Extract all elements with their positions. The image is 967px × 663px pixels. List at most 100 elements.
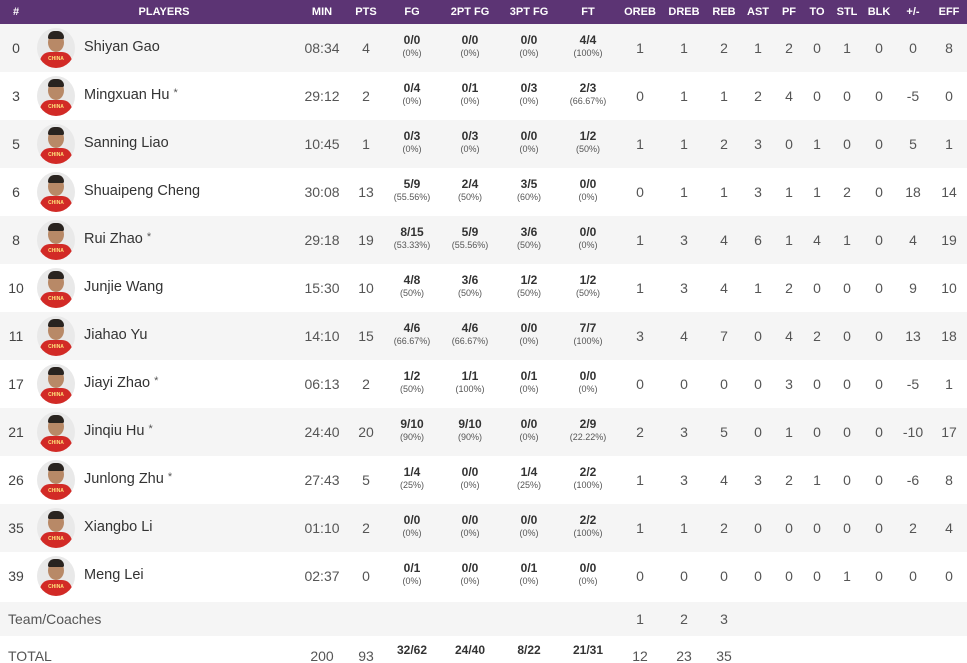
player-name-text[interactable]: Xiangbo Li <box>84 519 153 535</box>
reb-value: 5 <box>720 424 728 440</box>
player-name[interactable]: Junlong Zhu * <box>84 471 172 487</box>
2pt-fg-percentage: (50%) <box>457 288 483 298</box>
player-name-text[interactable]: Jiayi Zhao <box>84 375 150 391</box>
eff-value: 1 <box>945 376 953 392</box>
player-row: 3 CHINA Mingxuan Hu * 29:12 2 0/4 (0%) 0/1 (0%) 0/… <box>0 72 967 120</box>
starter-marker: * <box>148 423 153 435</box>
player-name[interactable]: Mingxuan Hu * <box>84 87 178 103</box>
player-name-text[interactable]: Jiahao Yu <box>84 327 147 343</box>
player-name-text[interactable]: Jinqiu Hu <box>84 423 144 439</box>
plus-minus-value: 13 <box>905 328 921 344</box>
player-name[interactable]: Shiyan Gao <box>84 39 160 55</box>
player-name-text[interactable]: Junlong Zhu <box>84 471 164 487</box>
column-header-num[interactable]: # <box>13 6 19 18</box>
player-name-text[interactable]: Rui Zhao <box>84 231 143 247</box>
plus-minus-value: -5 <box>906 376 920 392</box>
player-name-text[interactable]: Shuaipeng Cheng <box>84 183 200 199</box>
ast-value: 0 <box>754 520 762 536</box>
reb-value: 1 <box>720 88 728 104</box>
column-header-dreb[interactable]: DREB <box>668 6 699 18</box>
plus-minus-value: -10 <box>902 424 924 440</box>
jersey-number: 21 <box>8 424 24 440</box>
minutes: 27:43 <box>304 472 340 488</box>
total-pts: 93 <box>358 648 374 663</box>
eff-value: 14 <box>941 184 957 200</box>
total-dreb: 23 <box>676 648 692 663</box>
eff-value: 8 <box>945 40 953 56</box>
player-name[interactable]: Jiayi Zhao * <box>84 375 158 391</box>
column-header-ft[interactable]: FT <box>581 6 594 18</box>
player-name-text[interactable]: Shiyan Gao <box>84 39 160 55</box>
column-header-pts[interactable]: PTS <box>355 6 376 18</box>
dreb-value: 4 <box>680 328 688 344</box>
player-row: 39 CHINA Meng Lei 02:37 0 0/1 (0%) 0/0 (0%) 0/1 (0… <box>0 552 967 600</box>
ft-percentage: (0%) <box>578 576 598 586</box>
3pt-fg-made-attempted: 0/3 <box>520 81 538 95</box>
pf-value: 2 <box>785 472 793 488</box>
player-name[interactable]: Junjie Wang <box>84 279 163 295</box>
eff-value: 10 <box>941 280 957 296</box>
team-dreb: 2 <box>680 611 688 627</box>
fg-percentage: (0%) <box>402 48 422 58</box>
player-avatar: CHINA <box>37 268 75 308</box>
column-header-fg[interactable]: FG <box>404 6 419 18</box>
column-header-pf[interactable]: PF <box>782 6 796 18</box>
ft-percentage: (22.22%) <box>569 432 607 442</box>
reb-value: 2 <box>720 136 728 152</box>
player-name[interactable]: Jinqiu Hu * <box>84 423 153 439</box>
plus-minus-value: 4 <box>909 232 917 248</box>
team-row-label: Team/Coaches <box>8 611 102 627</box>
3pt-fg-percentage: (0%) <box>519 48 539 58</box>
player-name-text[interactable]: Mingxuan Hu <box>84 87 169 103</box>
fg-made-attempted: 8/15 <box>400 225 424 239</box>
2pt-fg-made-attempted: 0/0 <box>461 561 479 575</box>
column-header-reb[interactable]: REB <box>712 6 735 18</box>
to-value: 1 <box>813 184 821 200</box>
column-header-players[interactable]: PLAYERS <box>139 6 190 18</box>
column-header-stl[interactable]: STL <box>837 6 858 18</box>
eff-value: 1 <box>945 136 953 152</box>
pf-value: 4 <box>785 328 793 344</box>
dreb-value: 3 <box>680 232 688 248</box>
player-name[interactable]: Sanning Liao <box>84 135 169 151</box>
player-row: 11 CHINA Jiahao Yu 14:10 15 4/6 (66.67%) 4/6 (66… <box>0 312 967 360</box>
2pt-fg-cell: 3/6 (50%) <box>458 274 482 298</box>
player-avatar: CHINA <box>37 124 75 164</box>
player-avatar: CHINA <box>37 460 75 500</box>
player-name[interactable]: Rui Zhao * <box>84 231 151 247</box>
column-header-2pt-fg[interactable]: 2PT FG <box>451 6 490 18</box>
plus-minus-value: -6 <box>906 472 920 488</box>
fg-percentage: (0%) <box>402 144 422 154</box>
column-header-oreb[interactable]: OREB <box>624 6 656 18</box>
column-header-min[interactable]: MIN <box>312 6 332 18</box>
column-header-to[interactable]: TO <box>809 6 824 18</box>
ast-value: 3 <box>754 184 762 200</box>
2pt-fg-cell: 1/1 (100%) <box>455 370 484 394</box>
reb-value: 2 <box>720 520 728 536</box>
2pt-fg-cell: 0/0 (0%) <box>460 514 479 538</box>
3pt-fg-made-attempted: 1/4 <box>520 465 538 479</box>
player-name-text[interactable]: Sanning Liao <box>84 135 169 151</box>
player-name[interactable]: Jiahao Yu <box>84 327 147 343</box>
ft-made-attempted: 0/0 <box>579 225 597 239</box>
player-name[interactable]: Shuaipeng Cheng <box>84 183 200 199</box>
player-name[interactable]: Meng Lei <box>84 567 144 583</box>
player-name-text[interactable]: Junjie Wang <box>84 279 163 295</box>
3pt-fg-percentage: (50%) <box>516 288 542 298</box>
column-header-blk[interactable]: BLK <box>868 6 891 18</box>
player-row: 35 CHINA Xiangbo Li 01:10 2 0/0 (0%) 0/0 (0%) 0/0… <box>0 504 967 552</box>
player-name[interactable]: Xiangbo Li <box>84 519 153 535</box>
fg-cell: 0/4 (0%) <box>402 82 421 106</box>
oreb-value: 1 <box>636 472 644 488</box>
ft-cell: 2/2 (100%) <box>573 466 602 490</box>
pf-value: 1 <box>785 424 793 440</box>
reb-value: 0 <box>720 376 728 392</box>
column-header-ast[interactable]: AST <box>747 6 769 18</box>
table-header: # PLAYERS MIN PTS FG 2PT FG 3PT FG FT OREB DREB RE… <box>0 0 967 24</box>
points: 2 <box>362 376 370 392</box>
points: 10 <box>358 280 374 296</box>
column-header-eff[interactable]: EFF <box>939 6 960 18</box>
column-header-plus-minus[interactable]: +/- <box>906 6 919 18</box>
column-header-3pt-fg[interactable]: 3PT FG <box>510 6 549 18</box>
player-name-text[interactable]: Meng Lei <box>84 567 144 583</box>
